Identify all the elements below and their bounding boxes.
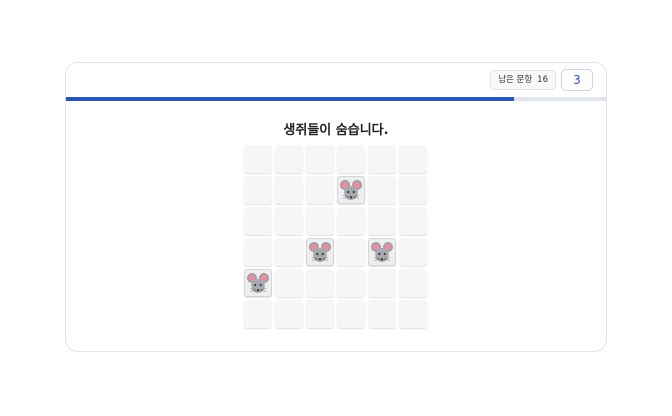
mouse-icon — [246, 271, 270, 295]
mouse-icon — [370, 240, 394, 264]
grid-cell[interactable] — [368, 269, 396, 297]
grid-cell[interactable] — [244, 176, 272, 204]
grid-cell[interactable] — [337, 207, 365, 235]
grid-cell[interactable] — [337, 176, 365, 204]
grid-cell[interactable] — [399, 300, 427, 328]
grid-cell[interactable] — [337, 145, 365, 173]
question-text: 생쥐들이 숨습니다. — [283, 123, 389, 138]
grid-cell[interactable] — [399, 176, 427, 204]
grid-cell[interactable] — [399, 269, 427, 297]
grid-cell[interactable] — [275, 176, 303, 204]
grid-cell[interactable] — [244, 300, 272, 328]
grid-cell[interactable] — [399, 145, 427, 173]
grid-cell[interactable] — [275, 145, 303, 173]
remaining-questions-badge: 남은 문항 16 — [490, 70, 556, 90]
grid-cell[interactable] — [368, 300, 396, 328]
grid-cell[interactable] — [337, 269, 365, 297]
grid-cell[interactable] — [368, 145, 396, 173]
progress-fill — [66, 97, 515, 101]
grid-cell[interactable] — [399, 207, 427, 235]
top-bar: 남은 문항 16 3 — [66, 63, 606, 97]
grid-cell[interactable] — [337, 300, 365, 328]
grid-cell[interactable] — [306, 176, 334, 204]
grid-cell[interactable] — [337, 238, 365, 266]
grid-cell[interactable] — [275, 269, 303, 297]
grid-cell[interactable] — [275, 300, 303, 328]
answer-input[interactable]: 3 — [561, 69, 593, 91]
grid-cell[interactable] — [399, 238, 427, 266]
grid-cell[interactable] — [368, 176, 396, 204]
remaining-count: 16 — [537, 75, 548, 85]
grid-cell[interactable] — [306, 207, 334, 235]
grid-cell[interactable] — [244, 269, 272, 297]
mouse-icon — [339, 178, 363, 202]
grid-cell[interactable] — [306, 269, 334, 297]
progress-bar — [66, 97, 606, 101]
grid-cell[interactable] — [275, 207, 303, 235]
grid-cell[interactable] — [306, 300, 334, 328]
grid-cell[interactable] — [368, 238, 396, 266]
grid-cell[interactable] — [368, 207, 396, 235]
remaining-label: 남은 문항 — [498, 75, 533, 85]
game-card: 남은 문항 16 3 생쥐들이 숨습니다. — [65, 62, 607, 352]
grid-cell[interactable] — [244, 238, 272, 266]
grid-cell[interactable] — [275, 238, 303, 266]
mouse-icon — [308, 240, 332, 264]
board-grid — [244, 145, 427, 328]
grid-cell[interactable] — [244, 207, 272, 235]
grid-cell[interactable] — [306, 145, 334, 173]
grid-cell[interactable] — [306, 238, 334, 266]
grid-cell[interactable] — [244, 145, 272, 173]
